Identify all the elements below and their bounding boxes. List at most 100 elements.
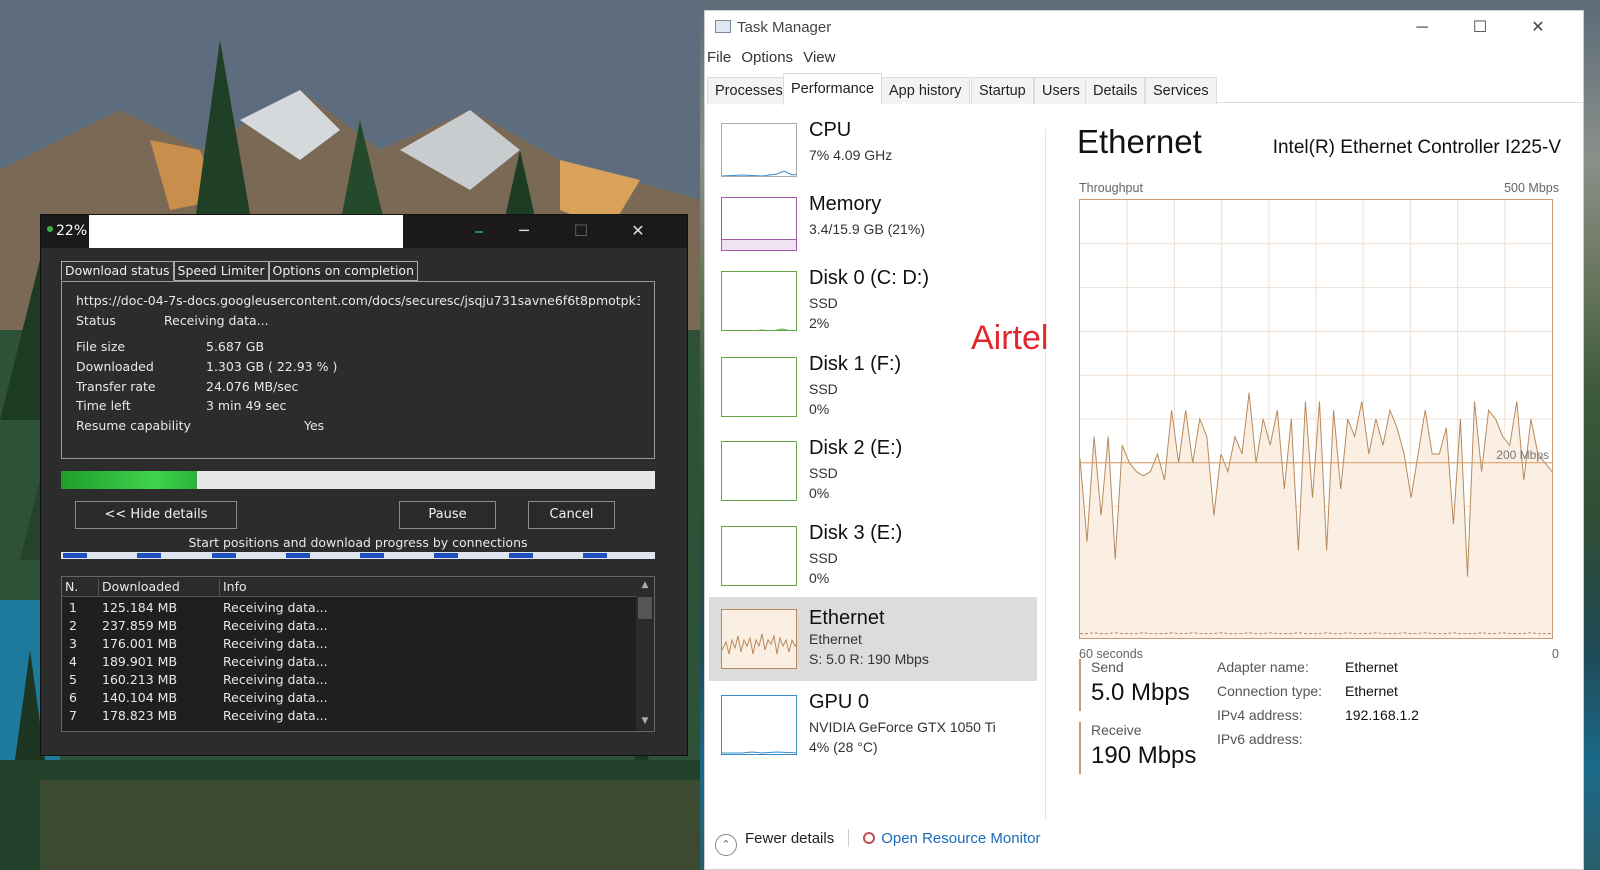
task-manager-window: Task Manager ─ ☐ ✕ File Options View Pro… <box>704 10 1584 870</box>
pause-button[interactable]: Pause <box>399 501 496 529</box>
send-value: 5.0 Mbps <box>1091 679 1190 706</box>
scroll-down-icon[interactable]: ▼ <box>636 716 654 726</box>
connection-info: Receiving data... <box>223 636 328 651</box>
tab-options-on-completion[interactable]: Options on completion <box>268 261 419 281</box>
send-stat: Send 5.0 Mbps <box>1079 659 1190 711</box>
disk2-thumbnail-graph <box>721 441 797 501</box>
sidebar-ethernet-throughput: S: 5.0 R: 190 Mbps <box>809 651 929 667</box>
disk0-thumbnail-graph <box>721 271 797 331</box>
disk0-sparkline <box>756 328 796 330</box>
table-row[interactable]: 1 125.184 MB Receiving data... <box>62 599 636 617</box>
chevron-up-icon[interactable]: ⌃ <box>715 834 737 856</box>
window-title-text: Task Manager <box>737 19 832 36</box>
sidebar-name-disk-3: Disk 3 (E:) <box>809 522 903 544</box>
connection-number: 3 <box>69 636 77 651</box>
sidebar-item-disk-3[interactable]: Disk 3 (E:) SSD 0% <box>709 512 1037 596</box>
table-row[interactable]: 5 160.213 MB Receiving data... <box>62 671 636 689</box>
time-left-value: 3 min 49 sec <box>206 398 287 413</box>
adapter-name-label: Adapter name: <box>1217 659 1309 675</box>
file-size-value: 5.687 GB <box>206 339 265 354</box>
column-header-downloaded[interactable]: Downloaded <box>102 579 220 597</box>
connection-number: 6 <box>69 690 77 705</box>
connection-info: Receiving data... <box>223 618 328 633</box>
sidebar-item-memory[interactable]: Memory 3.4/15.9 GB (21%) <box>709 183 1037 267</box>
tm-footer: ⌃ Fewer details Open Resource Monitor <box>715 829 1040 856</box>
menu-view[interactable]: View <box>803 49 835 66</box>
title-filename-area <box>89 215 403 248</box>
tab-users[interactable]: Users <box>1034 77 1088 104</box>
connection-marker <box>63 553 87 558</box>
connection-marker <box>434 553 459 558</box>
cpu-sparkline <box>722 170 796 176</box>
resume-capability-value: Yes <box>304 418 325 433</box>
ipv4-value: 192.168.1.2 <box>1345 707 1419 723</box>
sidebar-disk0-usage: 2% <box>809 315 830 331</box>
sidebar-divider <box>1045 129 1046 819</box>
tab-startup[interactable]: Startup <box>971 77 1034 104</box>
table-row[interactable]: 2 237.859 MB Receiving data... <box>62 617 636 635</box>
sidebar-name-disk-2: Disk 2 (E:) <box>809 437 903 459</box>
tab-speed-limiter[interactable]: Speed Limiter <box>173 261 269 281</box>
ethernet-thumbnail-graph <box>721 609 797 669</box>
tab-details[interactable]: Details <box>1085 77 1146 104</box>
connection-marker <box>508 553 533 558</box>
connection-number: 1 <box>69 600 77 615</box>
sidebar-gpu-usage: 4% (28 °C) <box>809 739 878 755</box>
title-percent-text: 22% <box>56 223 88 239</box>
hide-details-button[interactable]: << Hide details <box>75 501 237 529</box>
table-row[interactable]: 4 189.901 MB Receiving data... <box>62 653 636 671</box>
connection-downloaded: 160.213 MB <box>102 672 178 687</box>
downloaded-value: 1.303 GB ( 22.93 % ) <box>206 359 338 374</box>
sidebar-item-disk-2[interactable]: Disk 2 (E:) SSD 0% <box>709 427 1037 511</box>
reference-line-label: 200 Mbps <box>1496 448 1549 462</box>
tab-performance[interactable]: Performance <box>783 73 883 105</box>
tab-processes[interactable]: Processes <box>707 77 791 104</box>
scrollbar-thumb[interactable] <box>638 597 652 619</box>
download-titlebar[interactable]: 22% ─ ☐ ✕ <box>41 215 687 248</box>
sidebar-item-cpu[interactable]: CPU 7% 4.09 GHz <box>709 109 1037 193</box>
cpu-thumbnail-graph <box>721 123 797 177</box>
open-resource-monitor-link[interactable]: Open Resource Monitor <box>881 830 1040 847</box>
sidebar-name-disk-0: Disk 0 (C: D:) <box>809 267 929 289</box>
cancel-button[interactable]: Cancel <box>528 501 615 529</box>
minimize-button[interactable]: ─ <box>496 215 552 248</box>
footer-separator <box>848 829 850 847</box>
connection-info: Receiving data... <box>223 690 328 705</box>
table-row[interactable]: 3 176.001 MB Receiving data... <box>62 635 636 653</box>
sidebar-cpu-usage: 7% 4.09 GHz <box>809 147 893 163</box>
gpu-thumbnail-graph <box>721 695 797 755</box>
connection-marker <box>285 553 310 558</box>
table-row[interactable]: 6 140.104 MB Receiving data... <box>62 689 636 707</box>
scroll-up-icon[interactable]: ▲ <box>636 580 654 590</box>
graph-max-label: 500 Mbps <box>1504 181 1559 195</box>
tm-close-button[interactable]: ✕ <box>1513 13 1563 43</box>
column-header-n[interactable]: N. <box>65 579 99 597</box>
sidebar-item-ethernet[interactable]: Ethernet Ethernet S: 5.0 R: 190 Mbps <box>709 597 1037 681</box>
connection-info: Receiving data... <box>223 600 328 615</box>
connection-info: Receiving data... <box>223 708 328 723</box>
download-window: 22% ─ ☐ ✕ Download status Speed Limiter Op… <box>40 214 688 756</box>
connection-number: 5 <box>69 672 77 687</box>
tab-download-status[interactable]: Download status <box>61 261 174 281</box>
table-row[interactable]: 7 178.823 MB Receiving data... <box>62 707 636 725</box>
receive-value: 190 Mbps <box>1091 742 1197 769</box>
menu-options[interactable]: Options <box>741 49 793 66</box>
menu-file[interactable]: File <box>707 49 731 66</box>
connections-scrollbar[interactable]: ▲ ▼ <box>636 577 654 731</box>
tm-minimize-button[interactable]: ─ <box>1397 13 1447 43</box>
close-button[interactable]: ✕ <box>610 215 666 248</box>
fewer-details-link[interactable]: Fewer details <box>745 830 834 847</box>
resource-monitor-icon <box>863 832 876 844</box>
tab-services[interactable]: Services <box>1145 77 1217 104</box>
tab-app-history[interactable]: App history <box>881 77 970 104</box>
maximize-button[interactable]: ☐ <box>553 215 609 248</box>
sidebar-name-memory: Memory <box>809 193 882 215</box>
column-header-info[interactable]: Info <box>223 579 625 597</box>
sidebar-name-disk-1: Disk 1 (F:) <box>809 353 902 375</box>
tm-maximize-button[interactable]: ☐ <box>1455 13 1505 43</box>
sidebar-disk3-usage: 0% <box>809 570 830 586</box>
sidebar-item-gpu-0[interactable]: GPU 0 NVIDIA GeForce GTX 1050 Ti 4% (28 … <box>709 681 1037 765</box>
connection-downloaded: 189.901 MB <box>102 654 178 669</box>
download-progress-fill <box>61 471 198 489</box>
download-percent: 22% <box>47 223 87 239</box>
